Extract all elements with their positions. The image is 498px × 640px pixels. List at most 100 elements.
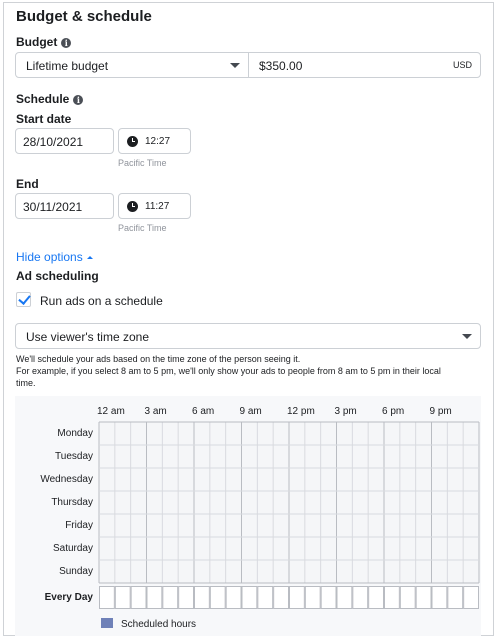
schedule-cell[interactable] <box>99 422 115 445</box>
schedule-cell[interactable] <box>304 491 321 514</box>
schedule-cell[interactable] <box>146 514 163 537</box>
every-day-cell[interactable] <box>431 586 448 609</box>
schedule-cell[interactable] <box>320 491 337 514</box>
schedule-cell[interactable] <box>162 514 179 537</box>
schedule-cell[interactable] <box>368 422 384 445</box>
schedule-cell[interactable] <box>225 445 242 468</box>
schedule-cell[interactable] <box>241 560 258 583</box>
schedule-cell[interactable] <box>273 491 289 514</box>
schedule-cell[interactable] <box>194 560 210 583</box>
budget-type-dropdown[interactable]: Lifetime budget <box>16 53 249 77</box>
schedule-cell[interactable] <box>146 468 163 491</box>
schedule-cell[interactable] <box>399 514 416 537</box>
schedule-cell[interactable] <box>114 445 131 468</box>
schedule-cell[interactable] <box>304 445 321 468</box>
schedule-cell[interactable] <box>320 468 337 491</box>
schedule-cell[interactable] <box>352 537 369 560</box>
schedule-cell[interactable] <box>352 422 369 445</box>
schedule-cell[interactable] <box>162 422 179 445</box>
schedule-cell[interactable] <box>415 491 432 514</box>
schedule-cell[interactable] <box>225 560 242 583</box>
schedule-cell[interactable] <box>130 445 147 468</box>
schedule-cell[interactable] <box>415 468 432 491</box>
schedule-cell[interactable] <box>273 560 289 583</box>
schedule-cell[interactable] <box>241 514 258 537</box>
schedule-cell[interactable] <box>415 445 432 468</box>
schedule-cell[interactable] <box>447 445 464 468</box>
schedule-cell[interactable] <box>130 422 147 445</box>
run-on-schedule-checkbox[interactable] <box>16 292 31 307</box>
schedule-cell[interactable] <box>399 537 416 560</box>
schedule-cell[interactable] <box>336 560 353 583</box>
schedule-cell[interactable] <box>194 514 210 537</box>
schedule-cell[interactable] <box>130 537 147 560</box>
schedule-cell[interactable] <box>209 491 226 514</box>
every-day-cell[interactable] <box>146 586 163 609</box>
schedule-cell[interactable] <box>320 422 337 445</box>
schedule-cell[interactable] <box>399 445 416 468</box>
schedule-cell[interactable] <box>114 422 131 445</box>
timezone-dropdown[interactable]: Use viewer's time zone <box>15 323 481 349</box>
schedule-cell[interactable] <box>447 537 464 560</box>
schedule-cell[interactable] <box>431 468 448 491</box>
every-day-cell[interactable] <box>447 586 464 609</box>
info-icon[interactable]: i <box>61 38 72 48</box>
schedule-cell[interactable] <box>336 514 353 537</box>
schedule-cell[interactable] <box>146 491 163 514</box>
every-day-cell[interactable] <box>241 586 258 609</box>
schedule-cell[interactable] <box>225 514 242 537</box>
schedule-cell[interactable] <box>352 468 369 491</box>
schedule-cell[interactable] <box>352 491 369 514</box>
schedule-cell[interactable] <box>178 445 194 468</box>
schedule-cell[interactable] <box>114 514 131 537</box>
schedule-cell[interactable] <box>273 514 289 537</box>
start-date-input[interactable]: 28/10/2021 <box>15 128 114 154</box>
schedule-cell[interactable] <box>162 560 179 583</box>
schedule-cell[interactable] <box>368 445 384 468</box>
schedule-cell[interactable] <box>384 422 400 445</box>
schedule-cell[interactable] <box>384 560 400 583</box>
schedule-cell[interactable] <box>162 445 179 468</box>
schedule-cell[interactable] <box>336 537 353 560</box>
schedule-cell[interactable] <box>162 537 179 560</box>
schedule-cell[interactable] <box>99 560 115 583</box>
schedule-cell[interactable] <box>304 514 321 537</box>
schedule-cell[interactable] <box>384 445 400 468</box>
schedule-cell[interactable] <box>289 537 305 560</box>
schedule-cell[interactable] <box>431 537 448 560</box>
schedule-cell[interactable] <box>447 468 464 491</box>
start-time-input[interactable]: 12:27 <box>118 128 191 154</box>
schedule-cell[interactable] <box>273 468 289 491</box>
schedule-cell[interactable] <box>130 560 147 583</box>
schedule-cell[interactable] <box>209 445 226 468</box>
every-day-cell[interactable] <box>384 586 400 609</box>
schedule-cell[interactable] <box>178 514 194 537</box>
schedule-cell[interactable] <box>289 560 305 583</box>
every-day-cell[interactable] <box>99 586 115 609</box>
schedule-cell[interactable] <box>225 491 242 514</box>
schedule-cell[interactable] <box>368 537 384 560</box>
schedule-cell[interactable] <box>178 468 194 491</box>
schedule-cell[interactable] <box>99 445 115 468</box>
schedule-cell[interactable] <box>209 468 226 491</box>
schedule-cell[interactable] <box>320 514 337 537</box>
every-day-cell[interactable] <box>178 586 195 609</box>
schedule-cell[interactable] <box>447 491 464 514</box>
schedule-cell[interactable] <box>194 491 210 514</box>
schedule-cell[interactable] <box>257 514 274 537</box>
schedule-cell[interactable] <box>225 468 242 491</box>
schedule-cell[interactable] <box>463 468 479 491</box>
schedule-cell[interactable] <box>241 537 258 560</box>
schedule-cell[interactable] <box>114 560 131 583</box>
schedule-cell[interactable] <box>368 468 384 491</box>
schedule-cell[interactable] <box>463 491 479 514</box>
schedule-cell[interactable] <box>384 468 400 491</box>
schedule-cell[interactable] <box>336 468 353 491</box>
schedule-cell[interactable] <box>431 560 448 583</box>
schedule-cell[interactable] <box>178 560 194 583</box>
every-day-cell[interactable] <box>130 586 147 609</box>
every-day-cell[interactable] <box>415 586 432 609</box>
schedule-cell[interactable] <box>130 514 147 537</box>
schedule-cell[interactable] <box>447 422 464 445</box>
schedule-cell[interactable] <box>320 537 337 560</box>
